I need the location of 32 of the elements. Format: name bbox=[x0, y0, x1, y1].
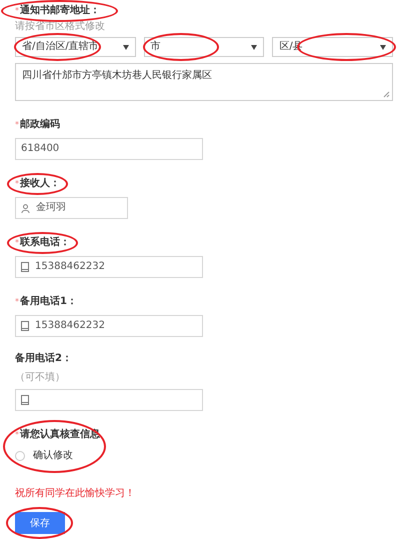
optional-note: （可不填） bbox=[15, 372, 66, 384]
input-field[interactable]: 618400 bbox=[15, 138, 203, 160]
caret-icon bbox=[122, 44, 129, 50]
required-mark: * bbox=[15, 237, 19, 249]
input-field[interactable]: 15388462232 bbox=[15, 315, 203, 337]
notice-text: 祝所有同学在此愉快学习！ bbox=[15, 488, 136, 500]
field-label: 备用电话2： bbox=[15, 353, 72, 365]
input-field[interactable]: 15388462232 bbox=[15, 256, 203, 278]
phone-icon bbox=[21, 395, 29, 405]
radio-button[interactable] bbox=[15, 451, 25, 461]
phone-icon bbox=[21, 262, 29, 272]
caret-icon bbox=[380, 44, 386, 50]
section-title: *通知书邮寄地址： bbox=[15, 5, 100, 17]
input-field[interactable]: 金珂羽 bbox=[15, 197, 128, 219]
field-label: *邮政编码 bbox=[15, 119, 60, 131]
field-label: *联系电话： bbox=[15, 237, 70, 249]
resize-grip-icon[interactable] bbox=[383, 91, 390, 98]
phone-icon bbox=[21, 321, 29, 331]
save-button[interactable]: 保存 bbox=[15, 512, 65, 534]
required-mark: * bbox=[15, 178, 19, 190]
caret-icon bbox=[251, 44, 258, 50]
input-field[interactable] bbox=[15, 389, 203, 411]
required-mark: * bbox=[15, 5, 19, 17]
required-mark: * bbox=[15, 429, 19, 441]
address-textarea[interactable]: 四川省什邡市方亭镇木坊巷人民银行家属区 bbox=[15, 63, 393, 101]
hint-text: 请按省市区格式修改 bbox=[15, 21, 106, 33]
required-mark: * bbox=[15, 119, 19, 131]
radio-label: 确认修改 bbox=[33, 450, 73, 462]
field-label: *备用电话1： bbox=[15, 296, 77, 308]
field-label: *接收人： bbox=[15, 178, 60, 190]
required-mark: * bbox=[15, 296, 19, 308]
person-icon bbox=[21, 204, 30, 212]
